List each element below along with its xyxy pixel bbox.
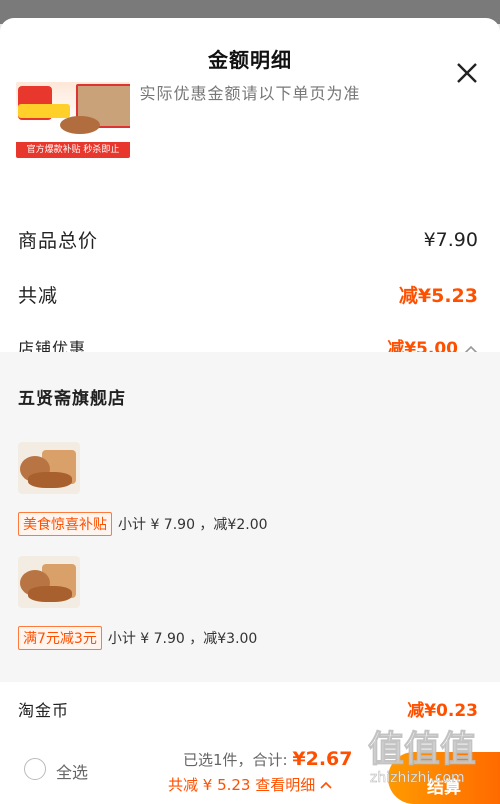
total-reduced-row: 共减 减¥5.23 xyxy=(18,281,478,308)
close-icon xyxy=(457,63,477,83)
selected-summary: 已选1件，合计: ¥2.67 xyxy=(183,748,353,770)
thumb-food-pile xyxy=(28,472,72,488)
select-all-label[interactable]: 全选 xyxy=(56,759,88,783)
coins-label: 淘金币 xyxy=(18,700,70,720)
total-reduced-value: 减¥5.23 xyxy=(398,285,478,307)
product-food xyxy=(60,116,100,134)
promo-tag: 美食惊喜补贴 xyxy=(18,512,112,536)
item-thumbnail[interactable] xyxy=(18,556,80,608)
coins-value: 减¥0.23 xyxy=(407,701,478,721)
select-all-radio[interactable] xyxy=(24,758,46,780)
close-button[interactable] xyxy=(452,58,482,88)
store-name: 五贤斋旗舰店 xyxy=(18,389,126,409)
checkout-button[interactable]: 结算 xyxy=(388,752,500,804)
total-price-row: 商品总价 ¥7.90 xyxy=(18,226,478,253)
item-promo-line: 美食惊喜补贴 小计 ¥ 7.90 ，减¥2.00 xyxy=(18,512,268,536)
item-promo-line: 满7元减3元 小计 ¥ 7.90 ，减¥3.00 xyxy=(18,626,257,650)
thumb-food-pile xyxy=(28,586,72,602)
product-price-badge xyxy=(18,104,70,118)
view-details-link[interactable]: 共减 ¥ 5.23 查看明细 xyxy=(168,774,332,795)
product-image[interactable]: 官方爆款补贴 秒杀即止 xyxy=(16,82,130,158)
total-price-value: ¥7.90 xyxy=(423,228,478,251)
item-subtotal: 小计 ¥ 7.90 ，减¥3.00 xyxy=(107,631,258,647)
product-image-strip: 官方爆款补贴 秒杀即止 xyxy=(16,142,130,158)
item-subtotal: 小计 ¥ 7.90 ，减¥2.00 xyxy=(118,517,268,533)
coins-row: 淘金币 减¥0.23 xyxy=(18,696,478,722)
total-reduced-label: 共减 xyxy=(18,285,59,307)
view-details-text: 共减 ¥ 5.23 查看明细 xyxy=(168,776,316,794)
sheet-title: 金额明细 xyxy=(208,48,292,72)
chevron-up-icon xyxy=(320,781,332,789)
total-amount: ¥2.67 xyxy=(292,748,353,770)
selected-count-text: 已选1件，合计: xyxy=(183,751,288,769)
total-price-label: 商品总价 xyxy=(18,230,99,252)
checkout-label: 结算 xyxy=(427,778,461,798)
promo-tag: 满7元减3元 xyxy=(18,626,102,650)
item-thumbnail[interactable] xyxy=(18,442,80,494)
